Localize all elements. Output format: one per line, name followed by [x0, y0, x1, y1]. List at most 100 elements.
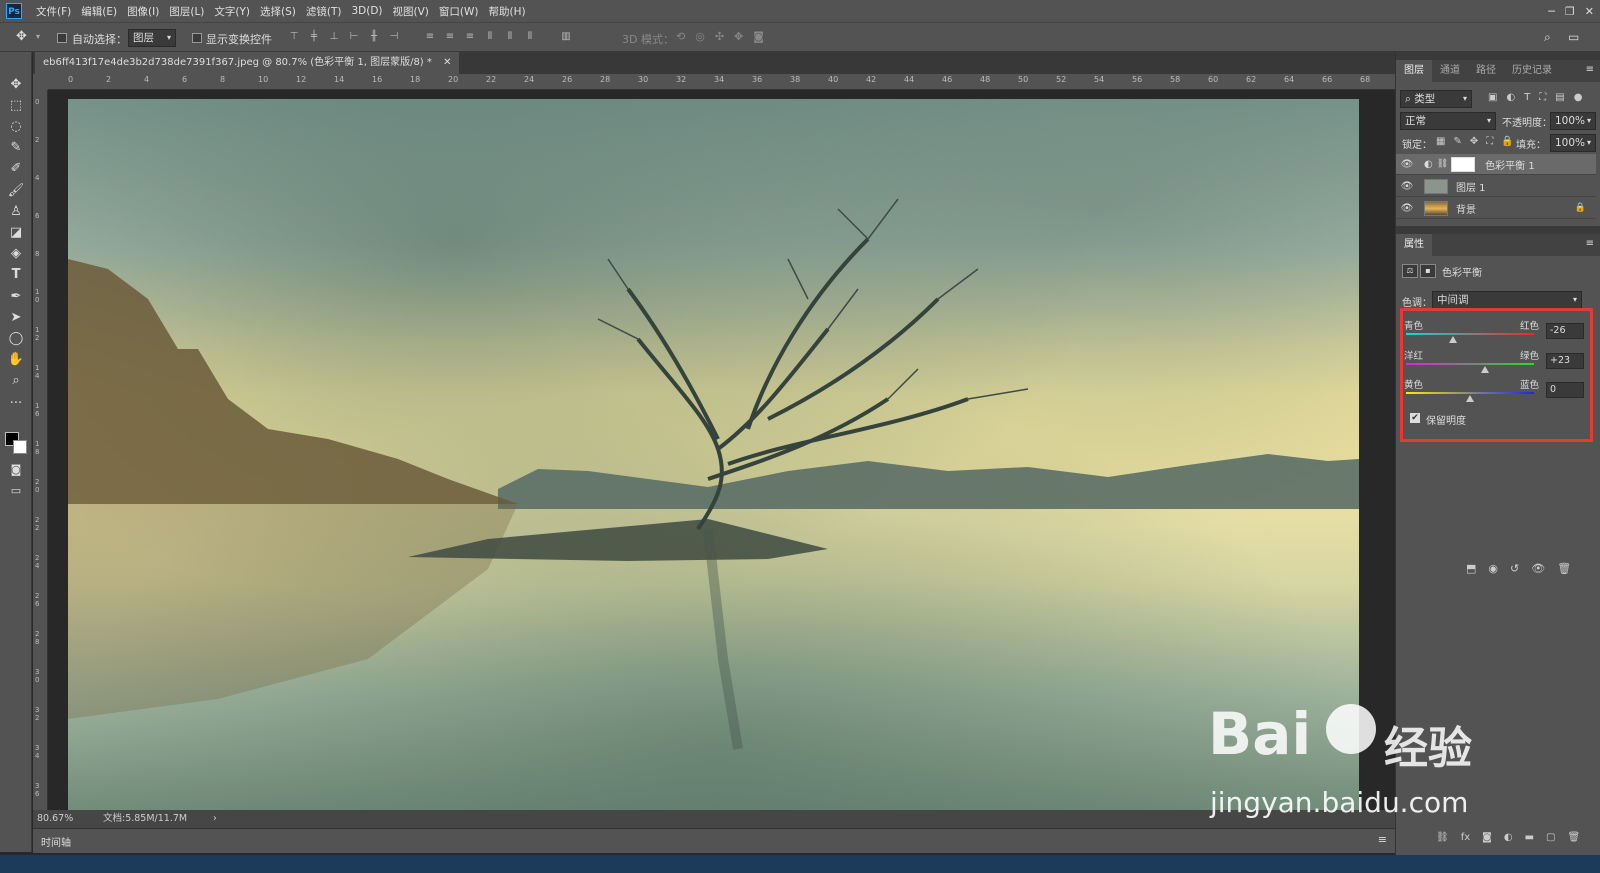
align-hcenter-icon[interactable]: ╫ — [368, 31, 380, 43]
panel-menu-icon[interactable]: ≡ — [1586, 64, 1594, 75]
lock-transparent-icon[interactable]: ▦ — [1436, 136, 1445, 147]
layer-filter-combo[interactable]: ⌕ 类型 ▾ — [1400, 90, 1472, 108]
distribute-hcenter-icon[interactable]: ⦀ — [504, 31, 516, 43]
close-tab-icon[interactable]: ✕ — [443, 57, 451, 68]
new-group-icon[interactable]: ▬ — [1525, 832, 1534, 843]
roll-3d-icon[interactable]: ◎ — [695, 30, 705, 43]
blend-mode-combo[interactable]: 正常 ▾ — [1400, 112, 1496, 130]
fx-icon[interactable]: fx — [1461, 832, 1470, 843]
tab-2[interactable]: 路径 — [1468, 60, 1504, 82]
distribute-right-icon[interactable]: ⦀ — [524, 31, 536, 43]
menu-item[interactable]: 编辑(E) — [81, 4, 117, 19]
orbit-3d-icon[interactable]: ⟲ — [676, 30, 685, 43]
menu-item[interactable]: 图层(L) — [169, 4, 204, 19]
fill-field[interactable]: 100% ▾ — [1550, 134, 1596, 152]
slide-3d-icon[interactable]: ✥ — [734, 30, 743, 43]
menu-item[interactable]: 选择(S) — [260, 4, 296, 19]
add-mask-icon[interactable]: ◙ — [1482, 832, 1492, 843]
quick-select-tool-icon[interactable]: ✎ — [6, 139, 26, 157]
status-menu-arrow-icon[interactable]: › — [213, 810, 217, 828]
align-bottom-icon[interactable]: ⊥ — [328, 31, 340, 43]
layer-row[interactable]: 👁 ◐ ⛓ 色彩平衡 1 — [1396, 154, 1596, 175]
search-icon[interactable]: ⌕ — [1544, 30, 1551, 45]
align-vcenter-icon[interactable]: ╪ — [308, 31, 320, 43]
auto-select-combo[interactable]: 图层 ▾ — [128, 29, 176, 47]
close-icon[interactable]: ✕ — [1585, 5, 1594, 18]
align-top-icon[interactable]: ⊤ — [288, 31, 300, 43]
visibility-eye-icon[interactable]: 👁 — [1396, 181, 1418, 192]
brush-tool-icon[interactable]: 🖌 — [6, 182, 26, 200]
opacity-field[interactable]: 100% ▾ — [1550, 112, 1596, 130]
panel-menu-icon[interactable]: ≡ — [1378, 833, 1387, 846]
lasso-tool-icon[interactable]: ◌ — [6, 118, 26, 136]
zoom-level[interactable]: 80.67% — [37, 810, 73, 828]
menu-item[interactable]: 滤镜(T) — [306, 4, 342, 19]
tab-0[interactable]: 图层 — [1396, 60, 1432, 82]
link-layers-icon[interactable]: ⛓ — [1436, 832, 1449, 843]
menu-item[interactable]: 帮助(H) — [489, 4, 526, 19]
background-color-swatch[interactable] — [13, 440, 27, 454]
ellipse-tool-icon[interactable]: ◯ — [6, 330, 26, 348]
pen-tool-icon[interactable]: ✒ — [6, 288, 26, 306]
menu-item[interactable]: 3D(D) — [351, 5, 382, 17]
reset-icon[interactable]: ↺ — [1510, 562, 1519, 575]
clip-to-layer-icon[interactable]: ⬒ — [1466, 562, 1476, 575]
restore-icon[interactable]: ❐ — [1565, 5, 1575, 18]
distribute-vcenter-icon[interactable]: ≡ — [444, 31, 456, 43]
move-tool-icon[interactable]: ✥ — [16, 29, 27, 44]
menu-item[interactable]: 视图(V) — [393, 4, 429, 19]
stamp-tool-icon[interactable]: ♙ — [6, 203, 26, 221]
filter-toggle-icon[interactable]: ● — [1574, 92, 1583, 103]
canvas-image[interactable] — [68, 99, 1359, 817]
filter-smart-icon[interactable]: ▤ — [1555, 92, 1564, 103]
zoom-tool-icon[interactable]: ⌕ — [6, 372, 26, 390]
layer-row[interactable]: 👁 背景 🔒 — [1396, 198, 1596, 219]
delete-icon[interactable]: 🗑 — [1557, 562, 1571, 575]
menu-item[interactable]: 文件(F) — [36, 4, 71, 19]
quick-mask-icon[interactable]: ◙ — [6, 461, 26, 479]
eraser-tool-icon[interactable]: ◪ — [6, 224, 26, 242]
minimize-icon[interactable]: ─ — [1548, 5, 1555, 18]
visibility-eye-icon[interactable]: 👁 — [1396, 159, 1418, 170]
paint-bucket-tool-icon[interactable]: ◈ — [6, 245, 26, 263]
scale-3d-icon[interactable]: ◙ — [753, 30, 764, 43]
new-adjustment-icon[interactable]: ◐ — [1504, 832, 1513, 843]
move-tool-icon[interactable]: ✥ — [6, 76, 26, 94]
lock-brush-icon[interactable]: ✎ — [1453, 136, 1461, 147]
filter-shape-icon[interactable]: ⛶ — [1539, 92, 1546, 103]
menu-item[interactable]: 窗口(W) — [439, 4, 479, 19]
toggle-visibility-icon[interactable]: 👁 — [1531, 562, 1545, 575]
filter-adjust-icon[interactable]: ◐ — [1506, 92, 1515, 103]
menu-item[interactable]: 图像(I) — [127, 4, 159, 19]
layer-row[interactable]: 👁 图层 1 — [1396, 176, 1596, 197]
tab-properties[interactable]: 属性 — [1396, 234, 1432, 256]
lock-all-icon[interactable]: 🔒 — [1501, 136, 1513, 147]
mask-icon[interactable]: ▪ — [1420, 264, 1436, 278]
filter-pixel-icon[interactable]: ▣ — [1488, 92, 1497, 103]
eyedropper-tool-icon[interactable]: ✐ — [6, 160, 26, 178]
distribute-left-icon[interactable]: ⦀ — [484, 31, 496, 43]
distribute-bottom-icon[interactable]: ≡ — [464, 31, 476, 43]
screen-mode-icon[interactable]: ▭ — [6, 482, 26, 500]
tone-combo[interactable]: 中间调 ▾ — [1432, 291, 1582, 309]
tab-3[interactable]: 历史记录 — [1504, 60, 1560, 82]
align-left-icon[interactable]: ⊢ — [348, 31, 360, 43]
hand-tool-icon[interactable]: ✋ — [6, 351, 26, 369]
show-transform-checkbox[interactable] — [192, 33, 202, 43]
type-tool-icon[interactable]: T — [6, 266, 26, 284]
menu-item[interactable]: 文字(Y) — [214, 4, 250, 19]
auto-select-checkbox[interactable] — [57, 33, 67, 43]
lock-artboard-icon[interactable]: ⛶ — [1486, 136, 1493, 147]
delete-layer-icon[interactable]: 🗑 — [1568, 832, 1581, 843]
auto-align-icon[interactable]: ▥ — [560, 31, 572, 43]
pan-3d-icon[interactable]: ✣ — [715, 30, 724, 43]
visibility-eye-icon[interactable]: 👁 — [1396, 203, 1418, 214]
timeline-label[interactable]: 时间轴 — [41, 834, 71, 849]
link-icon[interactable]: ⛓ — [1437, 159, 1448, 169]
workspace-icon[interactable]: ▭ — [1568, 30, 1579, 44]
new-layer-icon[interactable]: ▢ — [1546, 832, 1555, 843]
document-tab[interactable]: eb6ff413f17e4de3b2d738de7391f367.jpeg @ … — [35, 52, 460, 74]
panel-menu-icon[interactable]: ≡ — [1586, 238, 1594, 249]
distribute-top-icon[interactable]: ≡ — [424, 31, 436, 43]
marquee-tool-icon[interactable]: ⬚ — [6, 97, 26, 115]
